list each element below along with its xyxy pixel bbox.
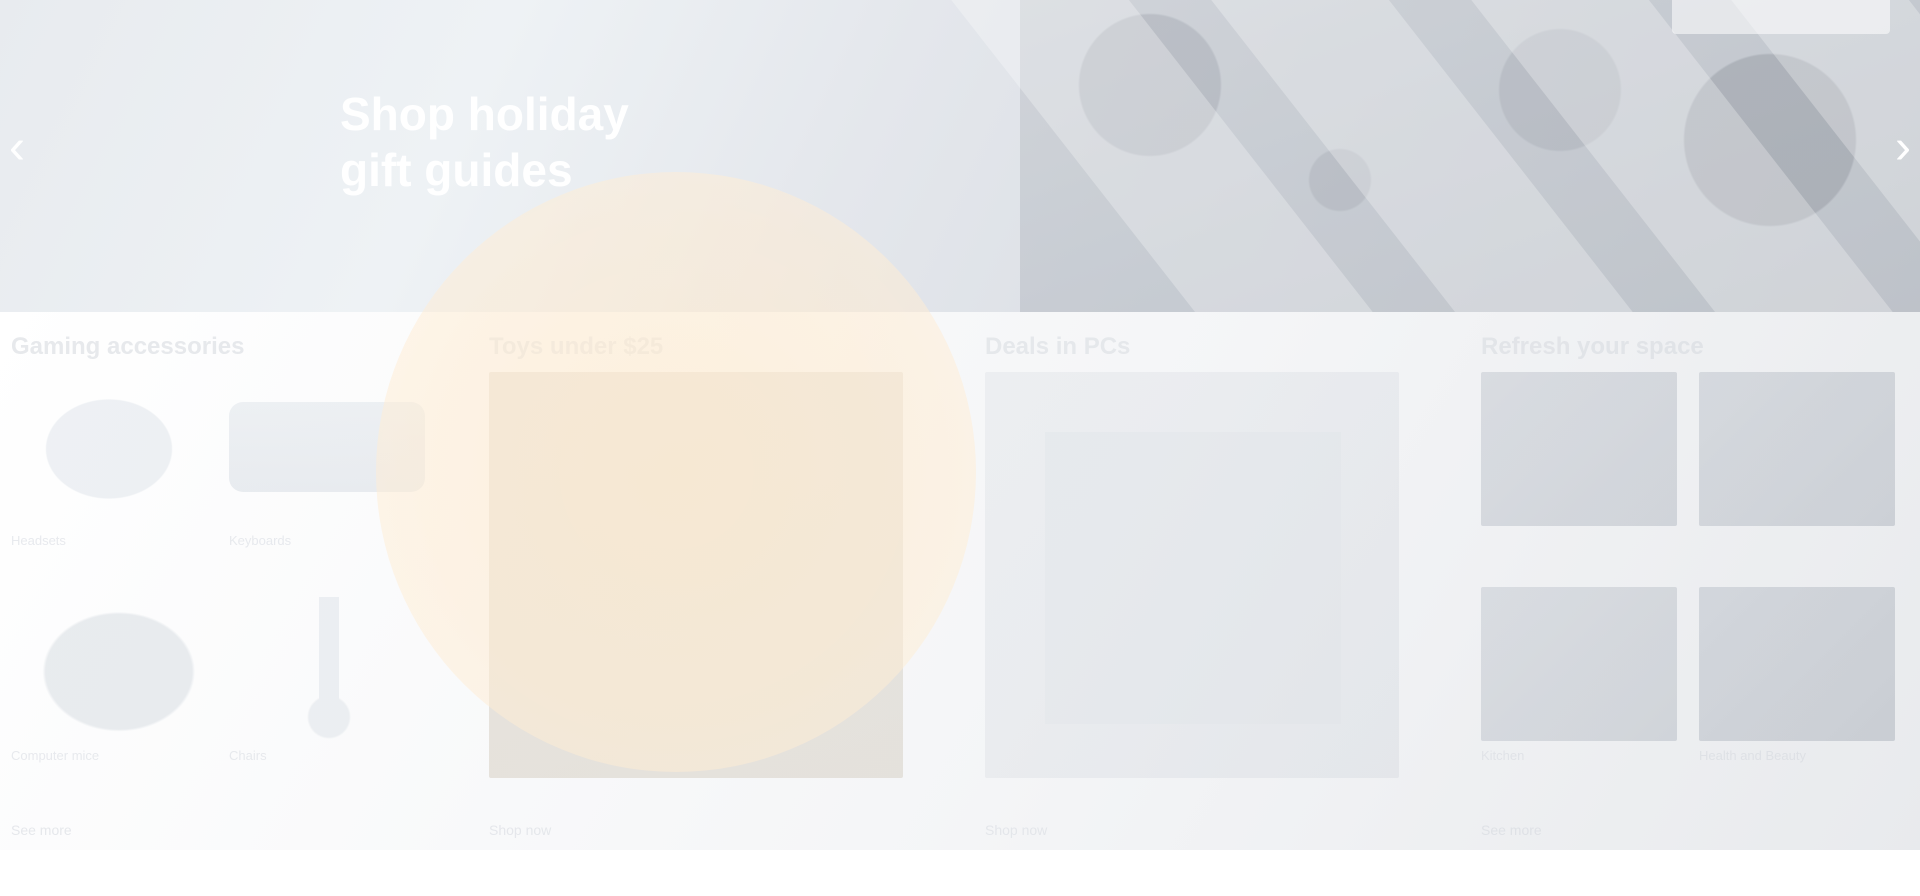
card-row: Gaming accessories Headsets Keyboards Co… bbox=[0, 312, 1920, 850]
hero-title-line: Shop holiday bbox=[340, 88, 629, 140]
card-deals-in-pcs: Deals in PCs Shop now bbox=[974, 312, 1444, 850]
headset-image bbox=[11, 372, 207, 526]
health-beauty-image bbox=[1699, 587, 1895, 741]
carousel-prev-arrow-icon[interactable]: ‹ bbox=[0, 118, 34, 178]
shop-now-link[interactable]: Shop now bbox=[489, 822, 551, 838]
grid-item-dining[interactable] bbox=[1481, 372, 1677, 532]
grid-item-health-and-beauty[interactable]: Health and Beauty bbox=[1699, 587, 1895, 765]
card-title: Deals in PCs bbox=[985, 333, 1131, 360]
card-title: Toys under $25 bbox=[489, 333, 664, 360]
hero-title-line: gift guides bbox=[340, 144, 573, 196]
card-grid: Headsets Keyboards Computer mice Chairs bbox=[11, 372, 441, 792]
mouse-image bbox=[11, 587, 207, 741]
card-refresh-your-space: Refresh your space Kitchen Health and Be… bbox=[1470, 312, 1920, 850]
grid-item-home[interactable] bbox=[1699, 372, 1895, 532]
card-grid: Kitchen Health and Beauty bbox=[1481, 372, 1909, 792]
hero-carousel[interactable]: Shop holiday gift guides ‹ › bbox=[0, 0, 1920, 312]
see-more-link[interactable]: See more bbox=[1481, 822, 1542, 838]
grid-item-label: Keyboards bbox=[229, 533, 292, 548]
shop-now-link[interactable]: Shop now bbox=[985, 822, 1047, 838]
grid-item-label: Headsets bbox=[11, 533, 66, 548]
card-gaming-accessories: Gaming accessories Headsets Keyboards Co… bbox=[0, 312, 452, 850]
grid-item-label: Health and Beauty bbox=[1699, 748, 1806, 763]
grid-item-label: Kitchen bbox=[1481, 748, 1525, 763]
pc-image[interactable] bbox=[985, 372, 1399, 778]
grid-item-label: Chairs bbox=[229, 748, 267, 763]
card-title: Refresh your space bbox=[1481, 333, 1704, 360]
grid-item-kitchen[interactable]: Kitchen bbox=[1481, 587, 1677, 765]
chair-image bbox=[229, 587, 425, 741]
carousel-next-arrow-icon[interactable]: › bbox=[1886, 118, 1920, 178]
card-toys-under-25: Toys under $25 Shop now bbox=[478, 312, 948, 850]
home-image bbox=[1699, 372, 1895, 526]
hero-title[interactable]: Shop holiday gift guides bbox=[340, 86, 760, 198]
grid-item-label: Computer mice bbox=[11, 748, 100, 763]
grid-item-headsets[interactable]: Headsets bbox=[11, 372, 207, 550]
kitchen-image bbox=[1481, 587, 1677, 741]
toys-image[interactable] bbox=[489, 372, 903, 778]
grid-item-chairs[interactable]: Chairs bbox=[229, 587, 425, 765]
card-title: Gaming accessories bbox=[11, 333, 245, 360]
grid-item-computer-mice[interactable]: Computer mice bbox=[11, 587, 207, 765]
keyboard-image bbox=[229, 402, 425, 492]
grid-item-keyboards[interactable]: Keyboards bbox=[229, 372, 425, 550]
dining-image bbox=[1481, 372, 1677, 526]
hero-top-button[interactable] bbox=[1672, 0, 1890, 34]
see-more-link[interactable]: See more bbox=[11, 822, 72, 838]
